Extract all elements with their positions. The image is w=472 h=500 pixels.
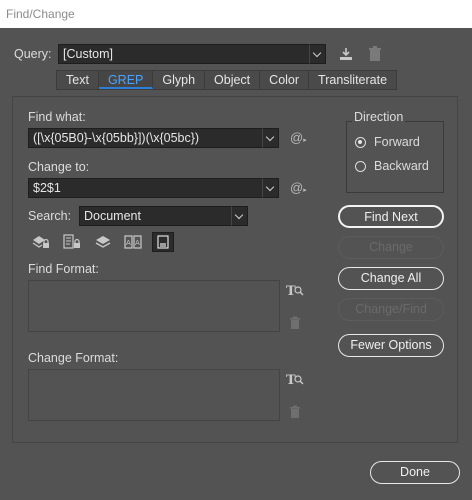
specify-find-format-icon[interactable]: T — [286, 282, 304, 299]
window-title: Find/Change — [0, 0, 472, 28]
direction-label: Direction — [352, 110, 406, 124]
svg-text:T: T — [286, 373, 296, 387]
tab-text[interactable]: Text — [57, 71, 99, 89]
include-master-pages-icon[interactable]: AA — [124, 234, 142, 250]
include-locked-layers-icon[interactable] — [32, 234, 50, 250]
fewer-options-button[interactable]: Fewer Options — [338, 334, 444, 357]
forward-radio[interactable] — [355, 137, 366, 148]
change-button[interactable]: Change — [338, 236, 444, 259]
find-next-button[interactable]: Find Next — [338, 205, 444, 228]
query-select[interactable]: [Custom] — [58, 44, 310, 64]
find-format-label: Find Format: — [28, 262, 99, 276]
backward-radio[interactable] — [355, 161, 366, 172]
backward-label: Backward — [374, 159, 429, 173]
search-scope-select[interactable]: Document — [79, 206, 232, 226]
delete-query-icon[interactable] — [368, 46, 382, 62]
change-format-label: Change Format: — [28, 351, 119, 365]
tab-color[interactable]: Color — [260, 71, 310, 89]
special-characters-change-icon[interactable]: @▸ — [290, 181, 307, 198]
clear-change-format-icon[interactable] — [289, 405, 301, 419]
special-characters-find-icon[interactable]: @▸ — [290, 131, 307, 148]
svg-text:T: T — [286, 284, 296, 298]
save-query-icon[interactable] — [338, 46, 354, 62]
search-type-tabs: Text GREP Glyph Object Color Translitera… — [56, 70, 398, 90]
query-label: Query: — [14, 47, 52, 61]
change-to-label: Change to: — [28, 160, 90, 174]
find-what-input[interactable]: ([\x{05B0}-\x{05bb}])(\x{05bc}) — [28, 128, 263, 148]
change-all-button[interactable]: Change All — [338, 267, 444, 290]
include-hidden-layers-icon[interactable] — [94, 234, 112, 250]
search-dropdown-chevron-icon[interactable] — [231, 206, 248, 226]
svg-text:A: A — [135, 239, 140, 247]
specify-change-format-icon[interactable]: T — [286, 371, 304, 388]
change-to-input[interactable]: $2$1 — [28, 178, 263, 198]
clear-find-format-icon[interactable] — [289, 316, 301, 330]
svg-text:A: A — [126, 239, 131, 247]
find-what-label: Find what: — [28, 110, 86, 124]
find-format-box[interactable] — [28, 280, 280, 332]
include-locked-stories-icon[interactable] — [63, 234, 81, 250]
tab-object[interactable]: Object — [205, 71, 261, 89]
change-find-button[interactable]: Change/Find — [338, 298, 444, 321]
tab-glyph[interactable]: Glyph — [153, 71, 206, 89]
done-button[interactable]: Done — [370, 461, 460, 484]
forward-label: Forward — [374, 135, 420, 149]
search-label: Search: — [28, 209, 72, 223]
change-format-box[interactable] — [28, 369, 280, 421]
tab-grep[interactable]: GREP — [98, 71, 154, 89]
tab-transliterate[interactable]: Transliterate — [309, 71, 397, 89]
direction-group — [346, 121, 444, 193]
find-what-dropdown-chevron-icon[interactable] — [262, 128, 279, 148]
change-to-dropdown-chevron-icon[interactable] — [262, 178, 279, 198]
query-dropdown-chevron-icon[interactable] — [309, 44, 326, 64]
include-footnotes-icon[interactable] — [152, 232, 174, 252]
